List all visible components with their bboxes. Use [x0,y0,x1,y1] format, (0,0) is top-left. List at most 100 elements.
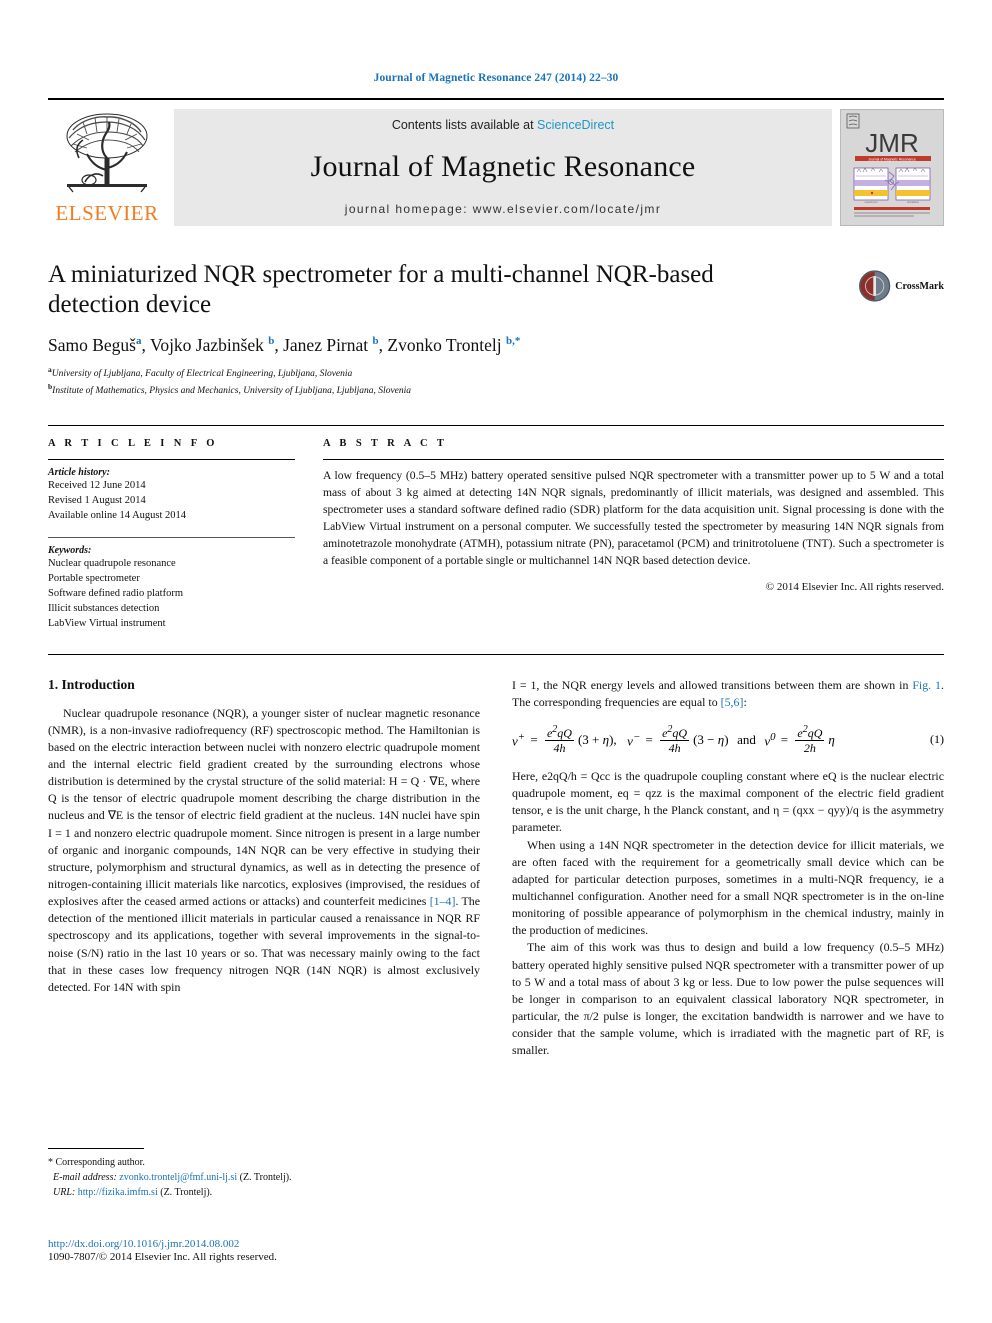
footnote-url: URL: http://fizika.imfm.si (Z. Trontelj)… [48,1185,480,1200]
author-name: Janez Pirnat [283,335,369,355]
equation-term-rhs: (3 + η), [577,731,617,747]
keyword-item: Nuclear quadrupole resonance [48,557,176,569]
article-history-item: Received 12 June 2014 [48,479,146,491]
jmr-cover-art: JMR Journal of Magnetic Resonance experi… [841,110,943,226]
body-column-left: 1. Introduction Nuclear quadrupole reson… [48,677,480,1060]
paragraph-text: I = 1, the NQR energy levels and allowed… [512,677,913,692]
body-columns: 1. Introduction Nuclear quadrupole reson… [48,653,944,1060]
doi-link[interactable]: http://dx.doi.org/10.1016/j.jmr.2014.08.… [48,1238,568,1250]
author-affil-mark: b [372,335,379,348]
crossmark-badge[interactable]: CrossMark [858,264,944,308]
contents-prefix: Contents lists available at [391,118,538,132]
article-title-block: CrossMark A miniaturized NQR spectromete… [48,260,944,399]
author-affil-mark: b [268,335,275,348]
abstract-column: A B S T R A C T A low frequency (0.5–5 M… [323,438,944,632]
document-page: Journal of Magnetic Resonance 247 (2014)… [0,0,992,1323]
journal-banner: Contents lists available at ScienceDirec… [174,109,832,226]
keyword-item: LabView Virtual instrument [48,618,166,630]
author-item[interactable]: Zvonko Trontelj b,* [387,335,520,355]
affiliation-item: bInstitute of Mathematics, Physics and M… [48,382,944,399]
sciencedirect-link[interactable]: ScienceDirect [537,118,614,132]
keyword-item: Illicit substances detection [48,603,160,615]
fraction-denominator: 4h [668,741,681,756]
fraction-denominator: 4h [553,741,566,756]
equation-body: ν+ = e2qQ 4h (3 + η), ν− = e2qQ 4h (3 − η)… [512,723,835,756]
url-owner: (Z. Trontelj). [160,1187,213,1198]
journal-masthead: ELSEVIER Contents lists available at Sci… [48,98,944,226]
contents-list-line: Contents lists available at ScienceDirec… [392,118,614,132]
info-abstract-row: A R T I C L E I N F O Article history: R… [48,424,944,632]
svg-text:Available online at www.scienc: Available online at www.sciencedirect.co… [864,224,921,226]
author-affil-mark: a [136,335,142,348]
equation-term-rhs: (3 − η) [693,731,729,747]
svg-text:Journal of Magnetic Resonance: Journal of Magnetic Resonance [868,158,916,162]
article-info-heading: A R T I C L E I N F O [48,437,218,449]
paragraph-intro-2: I = 1, the NQR energy levels and allowed… [512,677,944,711]
affiliation-text: Institute of Mathematics, Physics and Me… [52,386,412,397]
affiliation-text: University of Ljubljana, Faculty of Elec… [51,369,353,380]
author-affil-mark: b,* [506,335,521,348]
author-item[interactable]: Janez Pirnat b [283,335,379,355]
author-name: Zvonko Trontelj [387,335,502,355]
equation-1: ν+ = e2qQ 4h (3 + η), ν− = e2qQ 4h (3 − η)… [512,723,944,756]
divider [48,536,295,538]
paragraph-text: Nuclear quadrupole resonance (NQR), a yo… [48,705,480,909]
fraction-numerator: e2qQ [544,723,574,742]
citation-link-1-4[interactable]: [1–4] [430,894,456,908]
article-history-label: Article history: [48,466,110,478]
keywords-label: Keywords: [48,544,92,556]
elsevier-wordmark: ELSEVIER [55,201,159,225]
equation-fraction: e2qQ 4h [544,723,574,756]
footnote-divider [48,1148,144,1149]
author-item[interactable]: Samo Beguša [48,335,142,355]
citation-link-5-6[interactable]: [5,6] [721,695,744,709]
affiliation-item: aUniversity of Ljubljana, Faculty of Ele… [48,365,944,382]
author-list: Samo Beguša, Vojko Jazbinšek b, Janez Pi… [48,335,521,355]
divider [48,458,295,460]
equation-number: (1) [930,732,944,747]
elsevier-logo: ELSEVIER [48,109,166,226]
paragraph-intro-1: Nuclear quadrupole resonance (NQR), a yo… [48,705,480,996]
journal-title: Journal of Magnetic Resonance [310,150,696,183]
page-title: A miniaturized NQR spectrometer for a mu… [48,261,714,318]
figure-link-fig1[interactable]: Fig. 1 [912,678,941,692]
svg-text:simulation: simulation [907,200,919,204]
article-info-column: A R T I C L E I N F O Article history: R… [48,438,295,632]
email-owner: (Z. Trontelj). [239,1172,292,1183]
elsevier-tree-icon [66,113,148,193]
journal-homepage-link[interactable]: journal homepage: www.elsevier.com/locat… [345,202,661,216]
keyword-item: Software defined radio platform [48,587,183,599]
fraction-numerator: e2qQ [660,723,690,742]
footnote-email: E-mail address: zvonko.trontelj@fmf.uni-… [48,1170,480,1185]
body-column-right: I = 1, the NQR energy levels and allowed… [512,677,944,1060]
paragraph-aim: The aim of this work was thus to design … [512,940,944,1058]
author-name: Samo Beguš [48,335,136,355]
email-link[interactable]: zvonko.trontelj@fmf.uni-lj.si [119,1172,237,1183]
keyword-item: Portable spectrometer [48,572,140,584]
paragraph-text: : [743,694,747,709]
equation-fraction: e2qQ 4h [660,723,690,756]
affiliation-list: aUniversity of Ljubljana, Faculty of Ele… [48,365,944,399]
paragraph-text-cont: . The detection of the mentioned illicit… [48,894,481,994]
paragraph-definitions: Here, e2qQ/h = Qcc is the quadrupole cou… [512,769,944,835]
article-history-item: Revised 1 August 2014 [48,495,146,507]
running-head: Journal of Magnetic Resonance 247 (2014)… [373,72,619,84]
divider [323,458,944,460]
equation-term-lhs: ν+ [512,730,526,749]
author-item[interactable]: Vojko Jazbinšek b [150,335,274,355]
article-history-item: Available online 14 August 2014 [48,510,187,522]
footnote-text: Corresponding author. [55,1157,145,1168]
equation-fraction: e2qQ 2h [795,723,825,755]
svg-text:JMR: JMR [865,128,918,158]
equation-term-lhs: ν− [627,730,641,749]
email-label: E-mail address: [53,1172,117,1183]
equation-term-rhs: η [828,731,835,747]
footnote-corresponding-author: * Corresponding author. [48,1157,145,1168]
url-link[interactable]: http://fizika.imfm.si [78,1187,158,1198]
issn-copyright-line: 1090-7807/© 2014 Elsevier Inc. All right… [48,1251,277,1263]
fraction-numerator: e2qQ [795,723,825,742]
abstract-heading: A B S T R A C T [323,437,448,449]
section-heading-introduction: 1. Introduction [48,676,135,692]
crossmark-label: CrossMark [895,280,944,292]
paragraph-motivation: When using a 14N NQR spectrometer in the… [512,837,944,938]
